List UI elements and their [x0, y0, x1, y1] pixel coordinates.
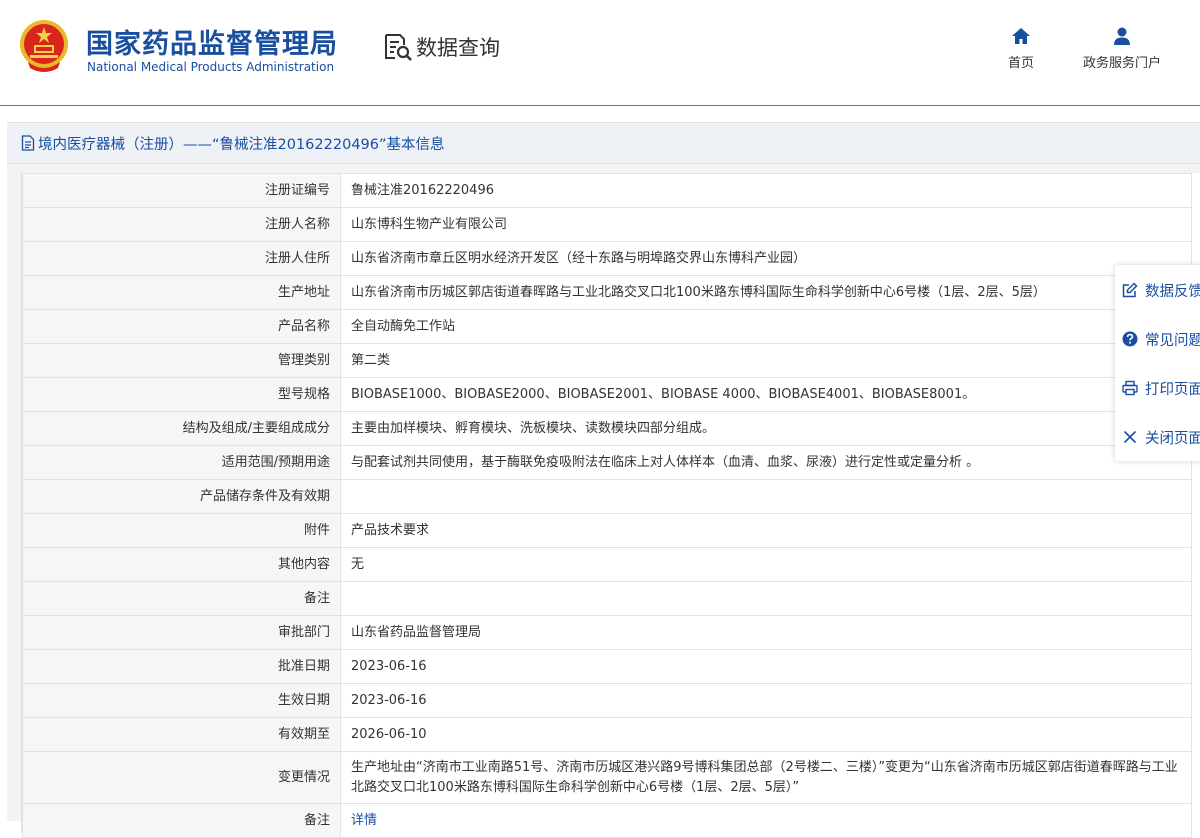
data-query-link[interactable]: 数据查询 — [382, 30, 500, 64]
document-icon — [21, 135, 35, 151]
nav-service-portal[interactable]: 政务服务门户 — [1074, 26, 1170, 71]
info-table-container: 注册证编号 鲁械注准20162220496 注册人名称 山东博科生物产业有限公司 注… — [21, 173, 1200, 838]
row-value: 全自动酶免工作站 — [340, 309, 1192, 344]
row-value: 鲁械注准20162220496 — [340, 173, 1192, 208]
user-icon — [1114, 27, 1130, 45]
row-label: 管理类别 — [22, 343, 341, 378]
table-row: 生效日期 2023-06-16 — [22, 683, 1192, 718]
site-header: 国家药品监督管理局 National Medical Products Admi… — [0, 0, 1200, 106]
faq-label: 常见问题 — [1145, 332, 1200, 349]
print-label: 打印页面 — [1145, 381, 1200, 398]
table-row: 注册证编号 鲁械注准20162220496 — [22, 173, 1192, 208]
row-value: 无 — [340, 547, 1192, 582]
close-icon — [1123, 430, 1137, 444]
table-row: 注册人住所 山东省济南市章丘区明水经济开发区（经十东路与明埠路交界山东博科产业园） — [22, 241, 1192, 276]
site-title: 国家药品监督管理局 — [86, 29, 338, 60]
table-row: 批准日期 2023-06-16 — [22, 649, 1192, 684]
row-value: 山东博科生物产业有限公司 — [340, 207, 1192, 242]
row-value: 生产地址由“济南市工业南路51号、济南市历城区港兴路9号博科集团总部（2号楼二、… — [340, 751, 1192, 804]
row-value: 山东省药品监督管理局 — [340, 615, 1192, 650]
table-row: 管理类别 第二类 — [22, 343, 1192, 378]
row-label: 审批部门 — [22, 615, 341, 650]
row-label: 生效日期 — [22, 683, 341, 718]
row-value: 山东省济南市历城区郭店街道春晖路与工业北路交叉口北100米路东博科国际生命科学创… — [340, 275, 1192, 310]
table-row: 审批部门 山东省药品监督管理局 — [22, 615, 1192, 650]
feedback-button[interactable]: 数据反馈 — [1122, 278, 1200, 302]
row-label: 注册人住所 — [22, 241, 341, 276]
row-label: 型号规格 — [22, 377, 341, 412]
row-label: 其他内容 — [22, 547, 341, 582]
nav-home-label: 首页 — [1007, 56, 1034, 71]
row-label: 结构及组成/主要组成成分 — [22, 411, 341, 446]
info-table: 注册证编号 鲁械注准20162220496 注册人名称 山东博科生物产业有限公司 注… — [22, 173, 1192, 838]
close-page-label: 关闭页面 — [1145, 430, 1200, 447]
table-row: 附件 产品技术要求 — [22, 513, 1192, 548]
row-value: BIOBASE1000、BIOBASE2000、BIOBASE2001、BIOB… — [340, 377, 1192, 412]
table-row: 备注 — [22, 581, 1192, 616]
row-label: 注册人名称 — [22, 207, 341, 242]
row-value: 2023-06-16 — [340, 683, 1192, 718]
table-row: 有效期至 2026-06-10 — [22, 717, 1192, 752]
table-row: 变更情况 生产地址由“济南市工业南路51号、济南市历城区港兴路9号博科集团总部（2… — [22, 751, 1192, 804]
document-search-icon — [385, 34, 412, 61]
table-row: 产品名称 全自动酶免工作站 — [22, 309, 1192, 344]
row-value: 与配套试剂共同使用，基于酶联免疫吸附法在临床上对人体样本（血清、血浆、尿液）进行… — [340, 445, 1192, 480]
faq-button[interactable]: 常见问题 — [1122, 327, 1200, 351]
data-query-label: 数据查询 — [416, 36, 500, 60]
details-link[interactable]: 详情 — [351, 813, 377, 828]
site-subtitle: National Medical Products Administration — [87, 60, 335, 74]
row-value: 2023-06-16 — [340, 649, 1192, 684]
table-row: 型号规格 BIOBASE1000、BIOBASE2000、BIOBASE2001、… — [22, 377, 1192, 412]
nav-service-label: 政务服务门户 — [1082, 56, 1161, 71]
row-value: 山东省济南市章丘区明水经济开发区（经十东路与明埠路交界山东博科产业园） — [340, 241, 1192, 276]
table-row: 生产地址 山东省济南市历城区郭店街道春晖路与工业北路交叉口北100米路东博科国际生… — [22, 275, 1192, 310]
breadcrumb: 境内医疗器械（注册）——“鲁械注准20162220496”基本信息 — [7, 122, 1200, 164]
table-row: 适用范围/预期用途 与配套试剂共同使用，基于酶联免疫吸附法在临床上对人体样本（血清… — [22, 445, 1192, 480]
row-value — [340, 479, 1192, 514]
question-icon — [1122, 331, 1138, 347]
row-value — [340, 581, 1192, 616]
row-label: 注册证编号 — [22, 173, 341, 208]
home-icon — [1012, 28, 1030, 44]
nav-home[interactable]: 首页 — [1002, 26, 1040, 71]
row-label: 有效期至 — [22, 717, 341, 752]
row-value: 主要由加样模块、孵育模块、洗板模块、读数模块四部分组成。 — [340, 411, 1192, 446]
float-toolbar: 数据反馈 常见问题 打印页面 关闭页面 — [1115, 265, 1200, 461]
row-value: 产品技术要求 — [340, 513, 1192, 548]
close-page-button[interactable]: 关闭页面 — [1122, 425, 1200, 449]
national-emblem-icon — [20, 20, 68, 72]
breadcrumb-text: 境内医疗器械（注册）——“鲁械注准20162220496”基本信息 — [38, 136, 445, 153]
row-value: 第二类 — [340, 343, 1192, 378]
feedback-label: 数据反馈 — [1145, 283, 1200, 300]
table-row: 注册人名称 山东博科生物产业有限公司 — [22, 207, 1192, 242]
row-label: 生产地址 — [22, 275, 341, 310]
row-label: 产品名称 — [22, 309, 341, 344]
row-label: 批准日期 — [22, 649, 341, 684]
row-label: 变更情况 — [22, 751, 341, 804]
main-content: 境内医疗器械（注册）——“鲁械注准20162220496”基本信息 注册证编号鲁… — [7, 122, 1200, 838]
row-label: 附件 — [22, 513, 341, 548]
table-row: 产品储存条件及有效期 — [22, 479, 1192, 514]
row-value: 2026-06-10 — [340, 717, 1192, 752]
edit-icon — [1122, 282, 1138, 298]
table-row: 其他内容无 — [22, 547, 1192, 582]
row-label: 产品储存条件及有效期 — [22, 479, 341, 514]
print-icon — [1122, 380, 1138, 396]
table-row: 结构及组成/主要组成成分 主要由加样模块、孵育模块、洗板模块、读数模块四部分组成。 — [22, 411, 1192, 446]
row-label: 适用范围/预期用途 — [22, 445, 341, 480]
row-label: 备注 — [22, 581, 341, 616]
print-button[interactable]: 打印页面 — [1122, 376, 1200, 400]
